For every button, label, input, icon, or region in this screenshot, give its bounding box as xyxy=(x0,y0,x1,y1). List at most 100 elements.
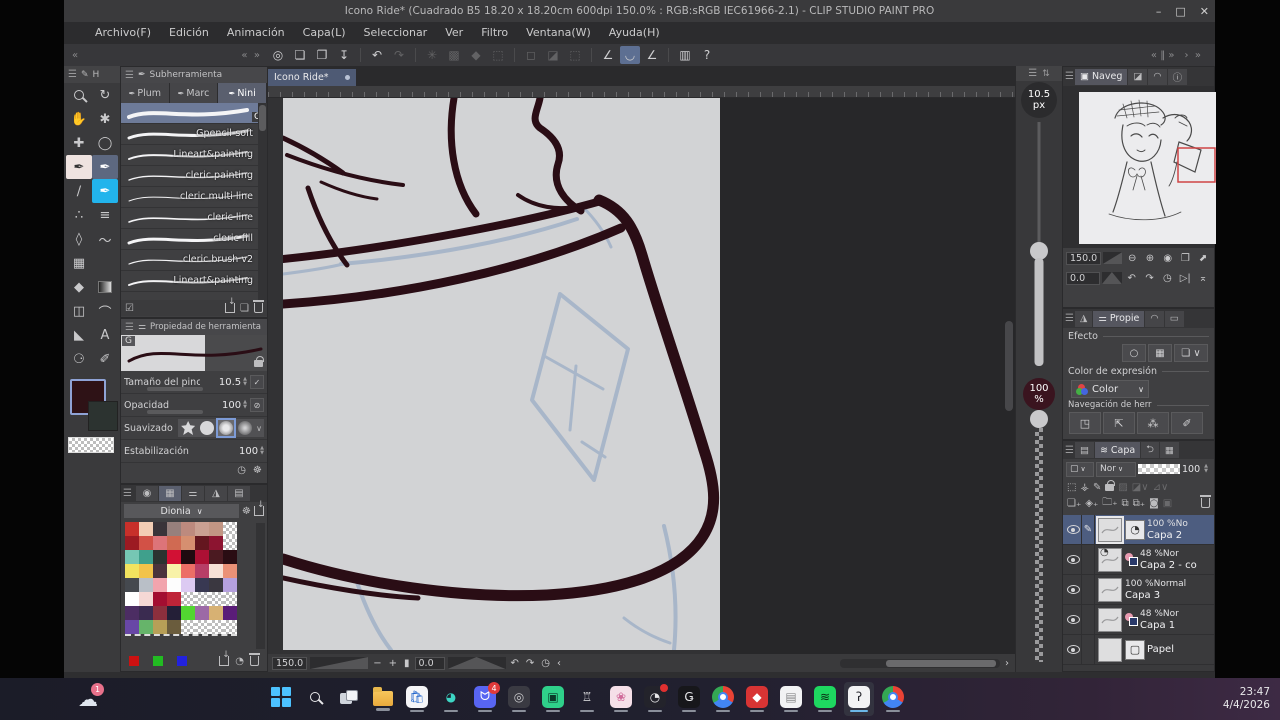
scroll-left-icon[interactable]: ‹ xyxy=(555,658,563,669)
color-swatch-5-0[interactable] xyxy=(125,592,139,606)
subtool-tab-plum[interactable]: ✒ Plum xyxy=(121,83,170,103)
color-swatch-4-7[interactable] xyxy=(223,578,237,592)
color-swatch-6-1[interactable] xyxy=(139,606,153,620)
approx-color-tab[interactable]: ◮ xyxy=(205,486,227,501)
microsoft-store[interactable]: 🛍 xyxy=(402,682,432,716)
color-swatch-5-6[interactable] xyxy=(209,592,223,606)
value-stepper[interactable]: ▲ ▼ xyxy=(260,446,264,456)
color-swatch-6-3[interactable] xyxy=(167,606,181,620)
color-swatch-2-2[interactable] xyxy=(153,550,167,564)
zoom-out-icon[interactable]: − xyxy=(371,658,383,669)
chevron-down-icon[interactable]: ∨ xyxy=(256,424,262,433)
navigator-zoom-field[interactable]: 150.0 xyxy=(1066,251,1101,265)
search-button[interactable] xyxy=(300,682,330,716)
zoom-tool[interactable] xyxy=(66,83,92,107)
mask-enable-icon[interactable]: ◪∨ xyxy=(1132,482,1149,493)
lock-icon[interactable] xyxy=(254,356,264,367)
lock-layer-icon[interactable] xyxy=(1105,479,1115,491)
brush-item-cleric-brush-v2[interactable]: cleric brush v2 xyxy=(121,250,267,271)
color-swatch-7-2[interactable] xyxy=(153,620,167,634)
tab-sublayer[interactable]: ◪ xyxy=(1128,68,1148,85)
brush-item-cleric-multi-line[interactable]: cleric multi line xyxy=(121,187,267,208)
suavizado-options[interactable]: ∨ xyxy=(178,418,264,438)
canvas-viewport[interactable] xyxy=(268,98,1015,654)
balloon-tool[interactable]: ⚆ xyxy=(66,347,92,371)
edge-browser[interactable]: ◕ xyxy=(436,682,466,716)
panel-menu-icon[interactable]: ☰ xyxy=(125,70,134,81)
crop-icon[interactable]: ⬚ xyxy=(488,46,508,64)
frame-border-tool[interactable]: ◫ xyxy=(66,299,92,323)
document-tab[interactable]: Icono Ride* xyxy=(268,69,356,86)
eraser-tool[interactable]: ◊ xyxy=(66,227,92,251)
rotation-slider[interactable] xyxy=(447,657,506,669)
wrench-icon[interactable]: ☸ xyxy=(253,465,262,476)
color-swatch-4-2[interactable] xyxy=(153,578,167,592)
param-suavizado[interactable]: Suavizado ∨ xyxy=(121,417,267,440)
object-tool[interactable]: ✱ xyxy=(92,107,118,131)
maximize-button[interactable]: □ xyxy=(1175,5,1185,18)
tab-information[interactable]: ⓘ xyxy=(1167,68,1188,85)
replace-color-icon[interactable]: ◔ xyxy=(235,656,244,667)
layer-row-capa-2[interactable]: ✎ ◔ 100 %No Capa 2 xyxy=(1063,515,1214,545)
color-swatch-2-3[interactable] xyxy=(167,550,181,564)
color-swatch-3-7[interactable] xyxy=(223,564,237,578)
tab-navigator[interactable]: ▣ Naveg xyxy=(1074,68,1128,85)
menu-ventanaw[interactable]: Ventana(W) xyxy=(517,22,600,44)
color-swatch-6-0[interactable] xyxy=(125,606,139,620)
param-option-button[interactable]: ✓ xyxy=(250,375,264,389)
canvas-horizontal-scrollbar[interactable] xyxy=(840,658,1000,668)
brush-size-track-lower[interactable] xyxy=(1034,258,1044,366)
color-swatch-3-5[interactable] xyxy=(195,564,209,578)
panel-menu-icon[interactable]: ☰ xyxy=(68,69,77,80)
expression-color-dropdown[interactable]: Color ∨ xyxy=(1071,380,1149,398)
brush-preview[interactable]: G xyxy=(121,335,267,371)
color-swatch-0-1[interactable] xyxy=(139,522,153,536)
brush-item-lineart-painting[interactable]: Lineart&painting xyxy=(121,145,267,166)
spotify[interactable]: ≋ xyxy=(810,682,840,716)
color-wheel-tab[interactable]: ◉ xyxy=(136,486,158,501)
brush-item-cleric-fill[interactable]: cleric fill xyxy=(121,229,267,250)
rotation-field[interactable]: 0.0 xyxy=(414,656,445,670)
color-swatch-4-1[interactable] xyxy=(139,578,153,592)
text-tool[interactable]: A xyxy=(92,323,118,347)
color-swatch-4-4[interactable] xyxy=(181,578,195,592)
panel-menu-icon[interactable]: ☰ xyxy=(123,488,135,499)
snap-special-ruler-icon[interactable]: ◡ xyxy=(620,46,640,64)
nav-rotate-left-icon[interactable]: ↶ xyxy=(1124,273,1140,284)
brush-item[interactable]: G xyxy=(121,103,267,124)
color-swatch-7-1[interactable] xyxy=(139,620,153,634)
color-swatch-3-3[interactable] xyxy=(167,564,181,578)
object-nav-icon[interactable]: ◳ xyxy=(1069,412,1101,434)
paste-icon[interactable]: ▩ xyxy=(444,46,464,64)
layer-row-capa-1[interactable]: 48 %Nor Capa 1 xyxy=(1063,605,1214,635)
taskbar-clock[interactable]: 23:47 4/4/2026 xyxy=(1223,686,1270,712)
collapse-slider-strip-icon[interactable]: « ‖ » xyxy=(1151,50,1175,61)
tab-timeline[interactable]: ▤ xyxy=(1074,442,1094,458)
color-swatch-1-2[interactable] xyxy=(153,536,167,550)
layer-thumbnail[interactable] xyxy=(1098,577,1122,602)
all-subtools-checkbox[interactable]: ☑ xyxy=(125,303,134,314)
layer-visible-icon[interactable] xyxy=(1066,615,1080,624)
tab-layers[interactable]: ≋ Capa xyxy=(1094,442,1141,458)
help-icon[interactable]: ? xyxy=(697,46,717,64)
footer-color-swatch[interactable] xyxy=(177,656,187,666)
draw-line-icon[interactable]: ✐ xyxy=(1171,412,1203,434)
polyline-tool[interactable]: ◣ xyxy=(66,323,92,347)
color-swatch-0-5[interactable] xyxy=(195,522,209,536)
color-swatch-5-1[interactable] xyxy=(139,592,153,606)
navigator-zoom-slider[interactable] xyxy=(1102,252,1123,264)
notepad[interactable]: ▤ xyxy=(776,682,806,716)
layer-color-effect-icon[interactable]: ❏ ∨ xyxy=(1174,344,1208,362)
color-swatch-2-6[interactable] xyxy=(209,550,223,564)
layer-opacity-slider[interactable] xyxy=(1138,464,1180,474)
color-history-tab[interactable]: ▤ xyxy=(228,486,250,501)
task-view-button[interactable] xyxy=(334,682,364,716)
tab-balloon[interactable]: ◠ xyxy=(1145,310,1164,327)
nav-flip-horizontal-icon[interactable]: ▷| xyxy=(1177,273,1193,284)
apply-mask-icon[interactable]: ▣ xyxy=(1163,498,1172,509)
color-swatch-7-4[interactable] xyxy=(181,620,195,634)
tab-quick-access[interactable]: ◠ xyxy=(1148,68,1167,85)
edit-nodes-icon[interactable]: ⁂ xyxy=(1137,412,1169,434)
draft-layer-icon[interactable]: ✎ xyxy=(1093,482,1101,493)
fill-tool[interactable]: ◆ xyxy=(66,275,92,299)
